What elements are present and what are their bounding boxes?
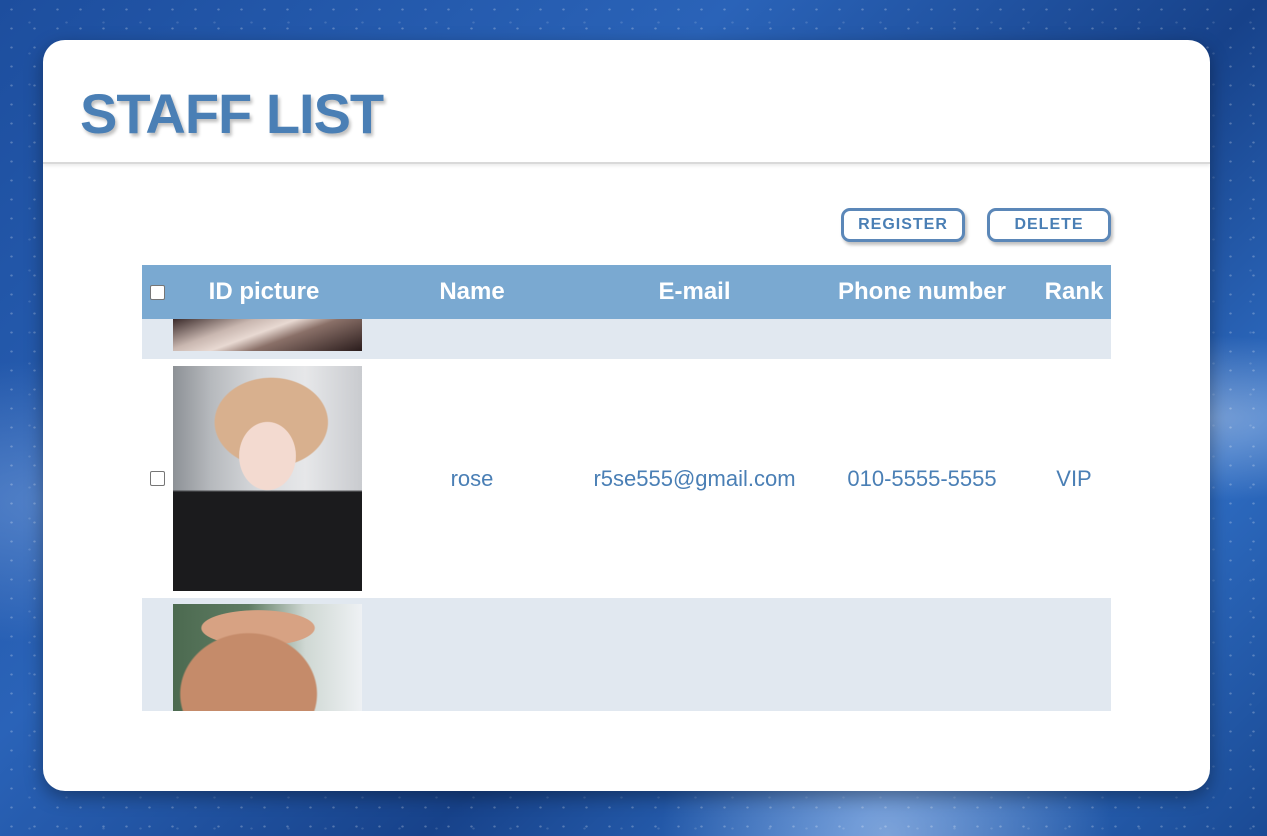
column-header-email: E-mail [658,278,731,305]
select-all-checkbox[interactable] [149,284,165,300]
id-photo [173,366,362,591]
id-photo [173,319,362,351]
column-header-rank: Rank [1044,278,1104,305]
page-header: STAFF LIST [43,40,1210,164]
column-header-name: Name [439,278,505,305]
row-phone: 010-5555-5555 [847,465,997,491]
staff-table: ID picture Name E-mail Phone number Rank… [142,265,1111,711]
staff-list-card: STAFF LIST REGISTER DELETE ID picture Na… [43,40,1210,791]
table-header: ID picture Name E-mail Phone number Rank [142,265,1111,319]
table-body-scroll[interactable]: rose r5se555@gmail.com 010-5555-5555 VIP [142,319,1111,711]
id-photo [173,604,362,711]
table-row [142,319,1111,359]
table-row [142,598,1111,711]
delete-button[interactable]: DELETE [987,208,1111,242]
row-checkbox[interactable] [149,471,165,486]
page-title: STAFF LIST [80,82,384,145]
register-button[interactable]: REGISTER [841,208,965,242]
table-row: rose r5se555@gmail.com 010-5555-5555 VIP [142,359,1111,598]
row-name: rose [450,465,494,491]
row-rank: VIP [1056,465,1092,491]
column-header-phone: Phone number [837,278,1006,305]
column-header-id-picture: ID picture [208,278,320,305]
row-email: r5se555@gmail.com [593,465,796,491]
